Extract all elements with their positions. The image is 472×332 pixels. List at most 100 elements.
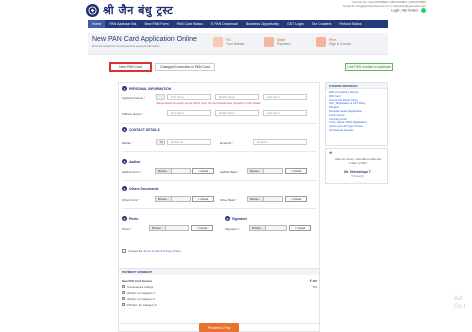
pay-option-checkbox[interactable] [122, 303, 125, 306]
pay-row-category-2: All-Rev. for Category 2 [122, 296, 317, 301]
browse-button[interactable]: Browse... [156, 169, 172, 173]
testimonial-author: Mr. Shreesimpu T [344, 170, 371, 174]
login-link[interactable]: Login [391, 9, 399, 13]
other-front-upload-button[interactable]: ⇪ Upload [192, 196, 214, 202]
applicant-name-label: Applicant Name * [122, 96, 145, 100]
photo-file[interactable]: Browse... [149, 225, 189, 231]
testimonial-text: Value for money. I was able to track and… [335, 158, 381, 165]
aadhar-back-file[interactable]: Browse... [247, 168, 283, 174]
section-number: 4 [122, 186, 127, 191]
other-back-upload-button[interactable]: ⇪ Upload [285, 196, 307, 202]
pay-row-value: ₹ 107 [309, 278, 317, 283]
link-pan-aadhaar-button[interactable]: Link PAN number in Aadhaar [345, 63, 393, 71]
activate-windows-watermark: Act Go t [454, 295, 465, 311]
nav-business-opportunity[interactable]: Business Opportunity [242, 20, 283, 28]
page: श्री जैन बंधु ट्रस्ट Contact No: 022-290… [0, 0, 472, 332]
section-title: Aadhar [129, 159, 141, 164]
country-code[interactable]: 91 [156, 139, 165, 145]
photo-label: Photo * [122, 227, 132, 231]
section-title: PERSONAL INFORMATION [129, 86, 172, 91]
upload-label: Upload [199, 197, 209, 201]
name-hint: (Name should be exactly as per the ID pr… [156, 102, 261, 105]
terms-link[interactable]: Terms of Use [143, 249, 159, 253]
aadhar-front-file[interactable]: Browse... [155, 168, 191, 174]
other-front-file[interactable]: Browse... [155, 196, 191, 202]
nav-pan-card-status[interactable]: PAN Card Status [173, 20, 207, 28]
privacy-link[interactable]: Privacy Policy [163, 249, 180, 253]
tab-changes-correction[interactable]: Changes/Correction in PAN Card [155, 63, 215, 71]
middle-name-input[interactable]: Middle Name [215, 94, 259, 100]
section-number: 6 [225, 216, 230, 221]
mobile-input[interactable]: Mobile No [167, 139, 211, 145]
browse-button[interactable]: Browse... [150, 226, 166, 230]
required-marker: * [238, 170, 240, 174]
father-first-name-input[interactable]: First Name [167, 110, 211, 116]
other-back-file[interactable]: Browse... [247, 196, 283, 202]
required-marker: * [131, 141, 133, 145]
aadhar-back-upload-button[interactable]: ⇪ Upload [285, 168, 307, 174]
browse-button[interactable]: Browse... [248, 197, 264, 201]
other-services-list: PAN Consultancy Service PAN Card Income … [326, 89, 387, 135]
section-others-documents: 4 Others Documents [122, 186, 159, 191]
service-link[interactable]: All Financial Services [329, 129, 384, 133]
father-last-name-input[interactable]: Last Name [263, 110, 307, 116]
aadhar-front-upload-button[interactable]: ⇪ Upload [192, 168, 214, 174]
signature-upload-button[interactable]: ⇪ Upload [289, 225, 311, 231]
step-fill-details: Fill Your Details [213, 37, 244, 47]
section-aadhar: 3 Aadhar [122, 159, 140, 164]
applicant-name-text: Applicant Name [122, 96, 144, 100]
brand-logo[interactable]: श्री जैन बंधु ट्रस्ट [86, 2, 194, 18]
step-print-sign: Print, Sign & Courier [316, 37, 351, 47]
tab-new-pan-card[interactable]: New PAN Card [109, 62, 152, 72]
nav-gst-login[interactable]: GST Login [283, 20, 308, 28]
print-icon [316, 37, 326, 47]
browse-button[interactable]: Browse... [248, 169, 264, 173]
title-select[interactable] [156, 94, 165, 100]
browse-button[interactable]: Browse... [156, 197, 172, 201]
accept-terms-checkbox[interactable] [122, 249, 126, 253]
email-input[interactable]: Email ID [253, 139, 307, 145]
aadhar-front-label: Aadhar Front * [122, 170, 142, 174]
title-band: New PAN Card Application Online Fill in … [88, 33, 388, 55]
section-number: 3 [122, 159, 127, 164]
signature-text: Signature [225, 227, 238, 231]
carousel-dots[interactable]: • • • [326, 180, 389, 184]
pay-option-checkbox[interactable] [122, 291, 125, 294]
nav-new-pan-form[interactable]: New PAN Form [141, 20, 173, 28]
pay-row-label: 150 Rev. for Category 3 [127, 302, 157, 307]
signature-file[interactable]: Browse... [249, 225, 287, 231]
other-back-label: Other Back * [220, 198, 237, 202]
pay-option-checkbox[interactable] [122, 285, 125, 288]
mobile-label: Mobile * [122, 141, 133, 145]
step-2-line2: Payment [277, 42, 291, 46]
nav-tax-cradient[interactable]: Tax Cradient [308, 20, 336, 28]
nav-refund-status[interactable]: Refund Status [335, 20, 365, 28]
other-back-text: Other Back [220, 198, 236, 202]
upload-label: Upload [199, 169, 209, 173]
last-name-input[interactable]: Last Name [263, 94, 307, 100]
section-number: 1 [122, 86, 127, 91]
pay-option-checkbox[interactable] [122, 297, 125, 300]
my-orders-link[interactable]: My Orders [402, 9, 418, 13]
aadhar-back-text: Aadhar Back [220, 170, 238, 174]
divider [122, 123, 316, 124]
payment-summary-title: PAYMENT SUMMARY [119, 269, 319, 275]
pay-row-label: Convenience Charge [127, 284, 154, 289]
whatsapp-icon[interactable] [421, 8, 426, 14]
proceed-pay-button[interactable]: Proceed & Pay [199, 323, 239, 332]
photo-upload-button[interactable]: ⇪ Upload [191, 225, 213, 231]
nav-e-pan-download[interactable]: E PAN Download [207, 20, 242, 28]
nav-home[interactable]: Home [88, 20, 106, 28]
pay-row-label: All-Rev. for Category 1 [127, 290, 156, 295]
browse-button[interactable]: Browse... [250, 226, 266, 230]
pay-row-label: All-Rev. for Category 2 [127, 296, 156, 301]
required-marker: * [141, 112, 144, 116]
fathers-name-label: Fathers Name * [122, 112, 143, 116]
first-name-input[interactable]: First Name [167, 94, 211, 100]
required-marker: * [235, 198, 238, 202]
father-middle-name-input[interactable]: Middle Name [215, 110, 259, 116]
nav-pan-aadhaar-link[interactable]: PAN Aadhaar link [105, 20, 140, 28]
section-contact-details: 2 CONTACT DETAILS [122, 127, 160, 132]
form-icon [213, 37, 223, 47]
watermark-line-1: Act [454, 296, 463, 302]
